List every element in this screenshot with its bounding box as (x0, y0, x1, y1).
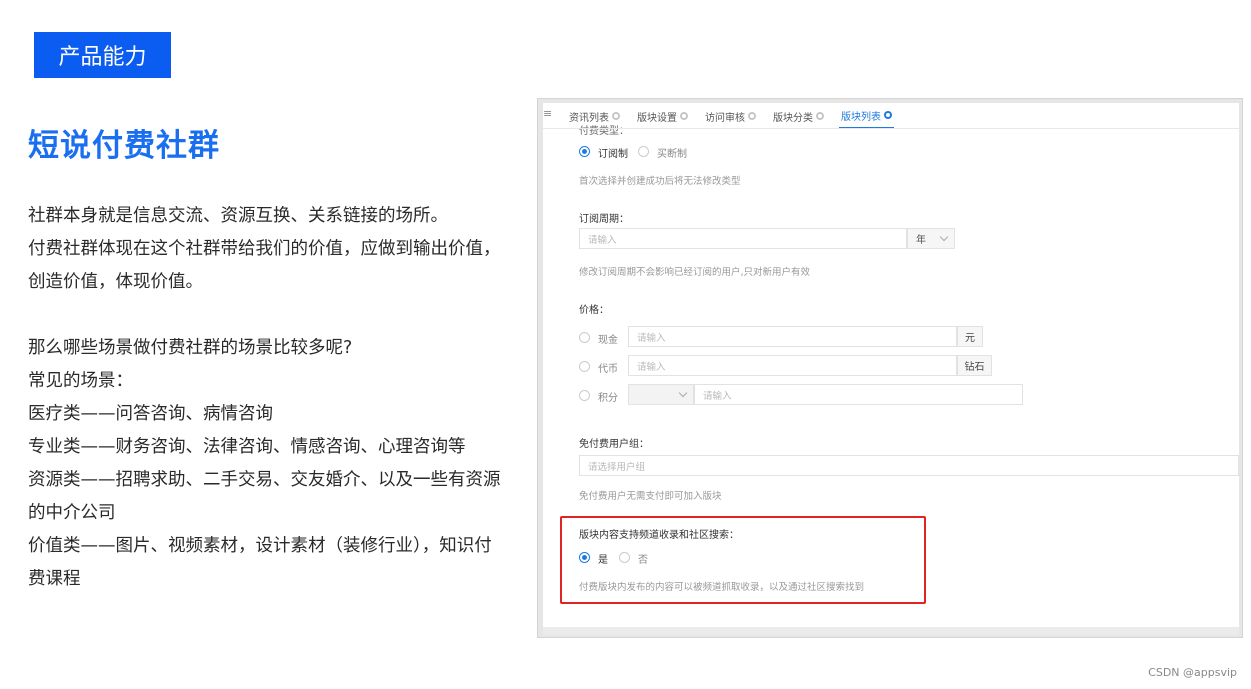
text-line: 费课程 (28, 569, 81, 589)
text-line: 专业类——财务咨询、法律咨询、情感咨询、心理咨询等 (28, 437, 466, 457)
chevron-down-icon (678, 388, 688, 398)
settings-form: ≡ 资讯列表 版块设置 访问审核 版块分类 版块列表 付费类型： 订阅制 买断制… (543, 103, 1239, 627)
text-line: 常见的场景： (28, 371, 133, 391)
text-line: 创造价值，体现价值。 (28, 272, 203, 292)
text-line: 那么哪些场景做付费社群的场景比较多呢? (28, 338, 353, 358)
search-label: 版块内容支持频道收录和社区搜索： (579, 530, 739, 541)
admin-screenshot: ≡ 资讯列表 版块设置 访问审核 版块分类 版块列表 付费类型： 订阅制 买断制… (537, 98, 1243, 638)
text-line: 资源类——招聘求助、二手交易、交友婚介、以及一些有资源 (28, 470, 501, 490)
tab-bar-overlay (543, 103, 1239, 129)
text-line: 付费社群体现在这个社群带给我们的价值，应做到输出价值， (28, 239, 501, 259)
radio-points[interactable] (579, 390, 590, 401)
free-group-hint: 免付费用户无需支付即可加入版块 (579, 491, 722, 502)
option-search-yes: 是 (598, 555, 608, 566)
points-type-select[interactable] (628, 384, 694, 405)
radio-buyout[interactable] (638, 146, 649, 157)
points-input[interactable]: 请输入 (694, 384, 1023, 405)
period-input[interactable]: 请输入 (579, 228, 907, 249)
text-line: 价值类——图片、视频素材，设计素材（装修行业），知识付 (28, 536, 492, 556)
radio-token[interactable] (579, 361, 590, 372)
price-label: 价格： (579, 305, 609, 316)
cash-unit: 元 (957, 326, 983, 347)
period-hint: 修改订阅周期不会影响已经订阅的用户,只对新用户有效 (579, 267, 811, 278)
option-subscription: 订阅制 (598, 149, 628, 160)
chevron-down-icon (939, 232, 949, 242)
radio-subscription[interactable] (579, 146, 590, 157)
option-search-no: 否 (638, 555, 648, 566)
period-unit-select[interactable]: 年 (907, 228, 955, 249)
radio-search-no[interactable] (619, 552, 630, 563)
token-input[interactable]: 请输入 (628, 355, 957, 376)
text-line: 医疗类——问答咨询、病情咨询 (28, 404, 273, 424)
option-cash: 现金 (598, 335, 618, 346)
radio-cash[interactable] (579, 332, 590, 343)
token-unit: 钻石 (957, 355, 992, 376)
option-token: 代币 (598, 364, 618, 375)
section-tag: 产品能力 (34, 32, 171, 78)
option-points: 积分 (598, 393, 618, 404)
screenshot-footer (543, 627, 1239, 635)
period-unit-value: 年 (916, 235, 926, 246)
period-label: 订阅周期： (579, 214, 629, 225)
slide-title: 短说付费社群 (28, 128, 220, 164)
search-hint: 付费版块内发布的内容可以被频道抓取收录，以及通过社区搜索找到 (579, 582, 865, 593)
cash-input[interactable]: 请输入 (628, 326, 957, 347)
free-group-select[interactable]: 请选择用户组 (579, 455, 1239, 476)
text-line: 的中介公司 (28, 503, 116, 523)
pay-type-hint: 首次选择并创建成功后将无法修改类型 (579, 176, 741, 187)
body-text: 社群本身就是信息交流、资源互换、关系链接的场所。 付费社群体现在这个社群带给我们… (28, 200, 533, 596)
free-group-label: 免付费用户组： (579, 439, 649, 450)
text-line: 社群本身就是信息交流、资源互换、关系链接的场所。 (28, 206, 448, 226)
credit-watermark: CSDN @appsvip (1148, 666, 1237, 679)
radio-search-yes[interactable] (579, 552, 590, 563)
option-buyout: 买断制 (657, 149, 687, 160)
